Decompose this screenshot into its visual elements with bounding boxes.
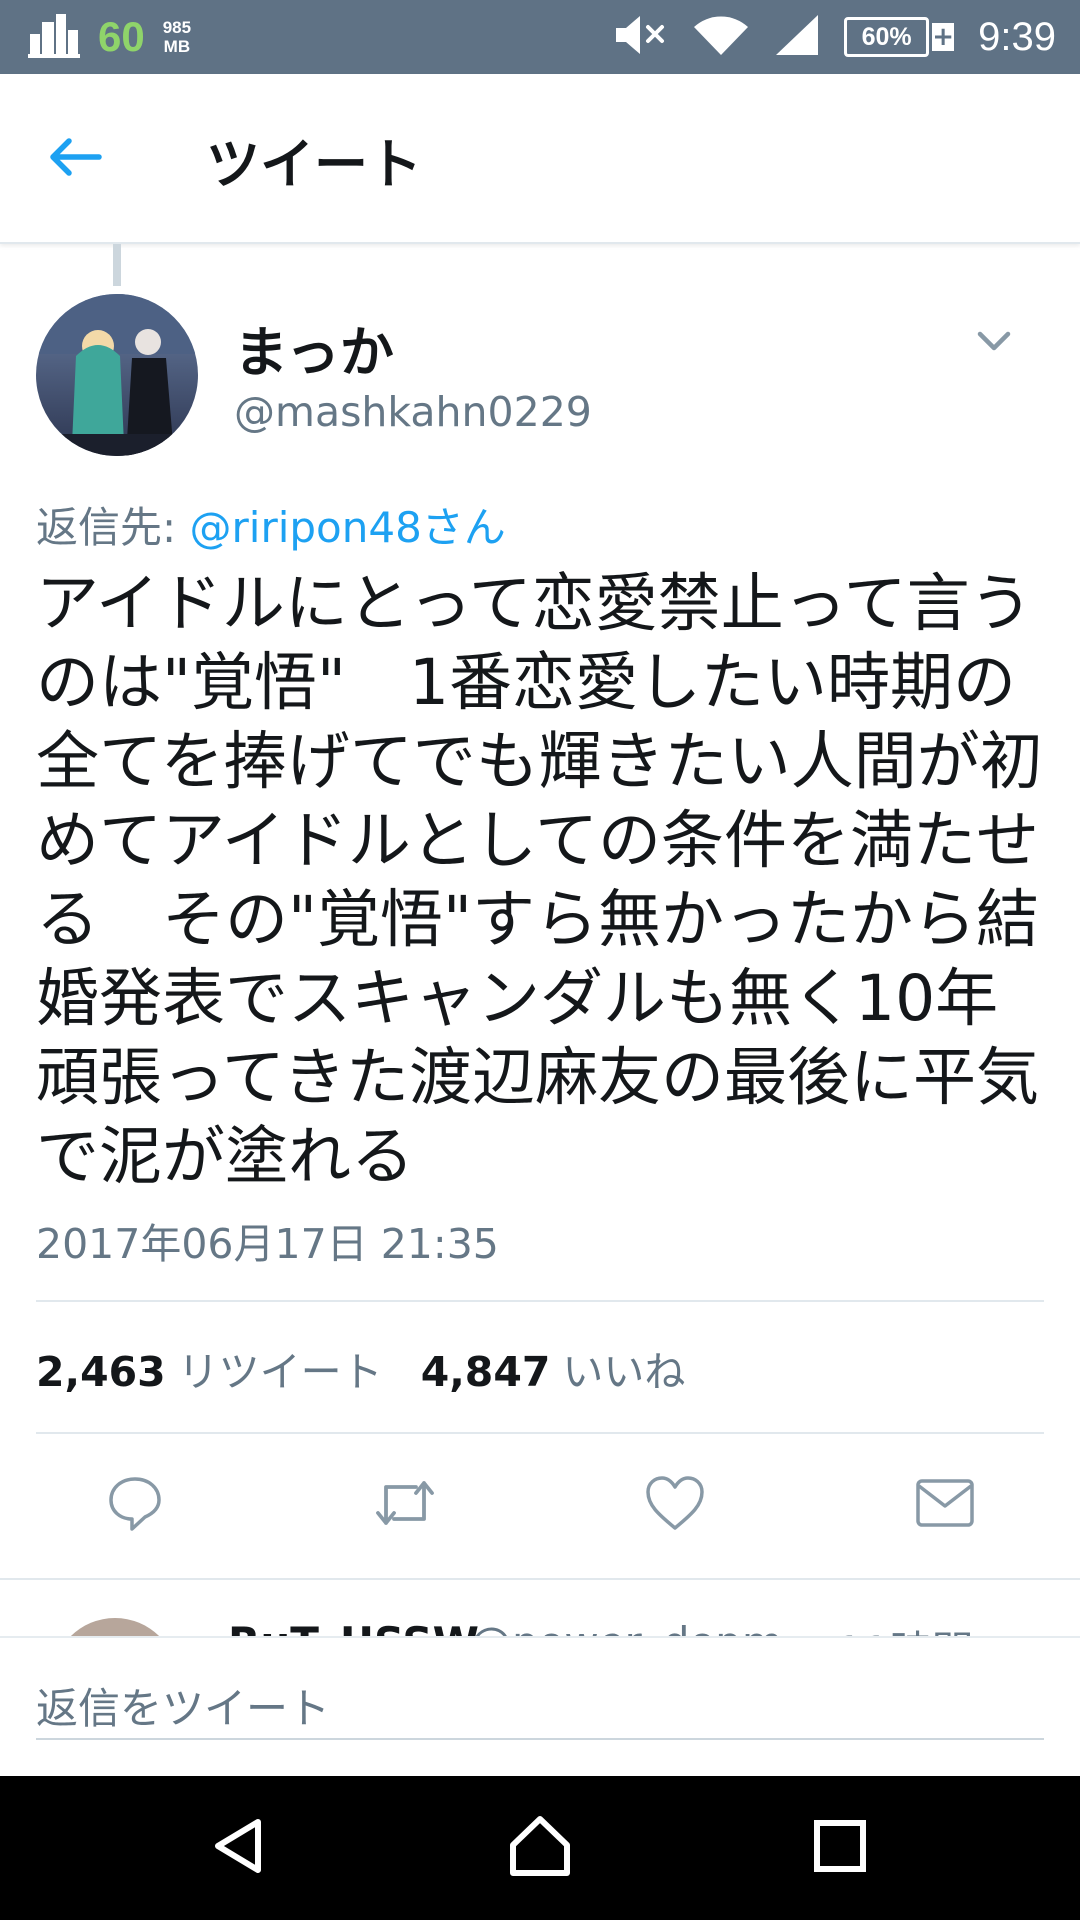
reply-prefix: 返信先: xyxy=(36,503,190,552)
page-title: ツイート xyxy=(206,133,422,196)
tweet-actions xyxy=(0,1470,1080,1540)
wifi-icon xyxy=(692,13,750,61)
clock: 9:39 xyxy=(978,14,1056,59)
battery-charging-indicator: + xyxy=(932,22,955,52)
reply-bar xyxy=(0,1636,1080,1776)
battery-level: 60% xyxy=(844,17,930,57)
like-icon xyxy=(644,1474,706,1536)
app-header: ツイート xyxy=(0,74,1080,244)
avatar[interactable] xyxy=(36,294,198,456)
reply-icon xyxy=(105,1473,165,1537)
battery-icon: 60% + xyxy=(844,17,955,57)
next-tweet-time: 11時間 xyxy=(836,1618,973,1636)
retweet-button[interactable] xyxy=(370,1470,440,1540)
message-icon xyxy=(915,1478,975,1532)
triangle-back-icon xyxy=(208,1814,272,1882)
status-left: 60 985 MB xyxy=(28,10,191,64)
city-icon xyxy=(28,12,80,62)
tweet-timestamp: 2017年06月17日 21:35 xyxy=(36,1220,499,1268)
like-stat[interactable]: 4,847 いいね xyxy=(421,1338,686,1398)
like-button[interactable] xyxy=(640,1470,710,1540)
memory-unit: MB xyxy=(163,37,191,56)
home-icon xyxy=(507,1813,573,1883)
retweet-label: リツイート xyxy=(177,1348,383,1396)
avatar[interactable] xyxy=(52,1618,178,1636)
next-tweet-name: RuT_USSW xyxy=(228,1618,479,1636)
user-name[interactable]: まっか xyxy=(234,308,394,387)
tweet-menu-button[interactable] xyxy=(972,320,1016,364)
thread-connector xyxy=(113,244,121,286)
like-count: 4,847 xyxy=(420,1348,551,1396)
status-right: 60% + 9:39 xyxy=(612,10,1056,64)
reply-target-link[interactable]: @riripon48さん xyxy=(190,503,506,552)
chevron-down-icon xyxy=(972,331,1016,368)
tweet-stats: 2,463 リツイート 4,847 いいね xyxy=(36,1338,685,1398)
retweet-stat[interactable]: 2,463 リツイート xyxy=(36,1338,383,1398)
next-tweet-handle: @power_dopm xyxy=(470,1618,783,1636)
nav-home-button[interactable] xyxy=(498,1806,582,1890)
nav-recents-button[interactable] xyxy=(798,1806,882,1890)
back-button[interactable] xyxy=(40,124,110,194)
navigation-bar xyxy=(0,1776,1080,1920)
memory-indicator: 985 MB xyxy=(163,18,191,56)
mute-icon xyxy=(612,13,668,61)
next-tweet[interactable]: RuT_USSW @power_dopm 11時間 xyxy=(0,1580,1080,1636)
back-arrow-icon xyxy=(47,135,103,183)
recents-icon xyxy=(812,1818,868,1878)
tweet-text: アイドルにとって恋愛禁止って言うのは"覚悟" 1番恋愛したい時期の全てを捧げてで… xyxy=(36,567,1043,1193)
divider xyxy=(36,1432,1044,1434)
like-label: いいね xyxy=(562,1348,686,1396)
user-handle[interactable]: @mashkahn0229 xyxy=(234,388,592,436)
reply-input[interactable] xyxy=(36,1678,1044,1740)
retweet-icon xyxy=(372,1473,438,1537)
reply-button[interactable] xyxy=(100,1470,170,1540)
notification-count: 60 xyxy=(98,13,145,60)
reply-context: 返信先: @riripon48さん xyxy=(36,494,506,555)
status-bar: 60 985 MB 60% + 9:39 xyxy=(0,0,1080,74)
divider xyxy=(36,1300,1044,1302)
nav-back-button[interactable] xyxy=(198,1806,282,1890)
message-button[interactable] xyxy=(910,1470,980,1540)
memory-value: 985 xyxy=(162,18,192,37)
retweet-count: 2,463 xyxy=(36,1348,166,1396)
signal-icon xyxy=(774,13,820,61)
